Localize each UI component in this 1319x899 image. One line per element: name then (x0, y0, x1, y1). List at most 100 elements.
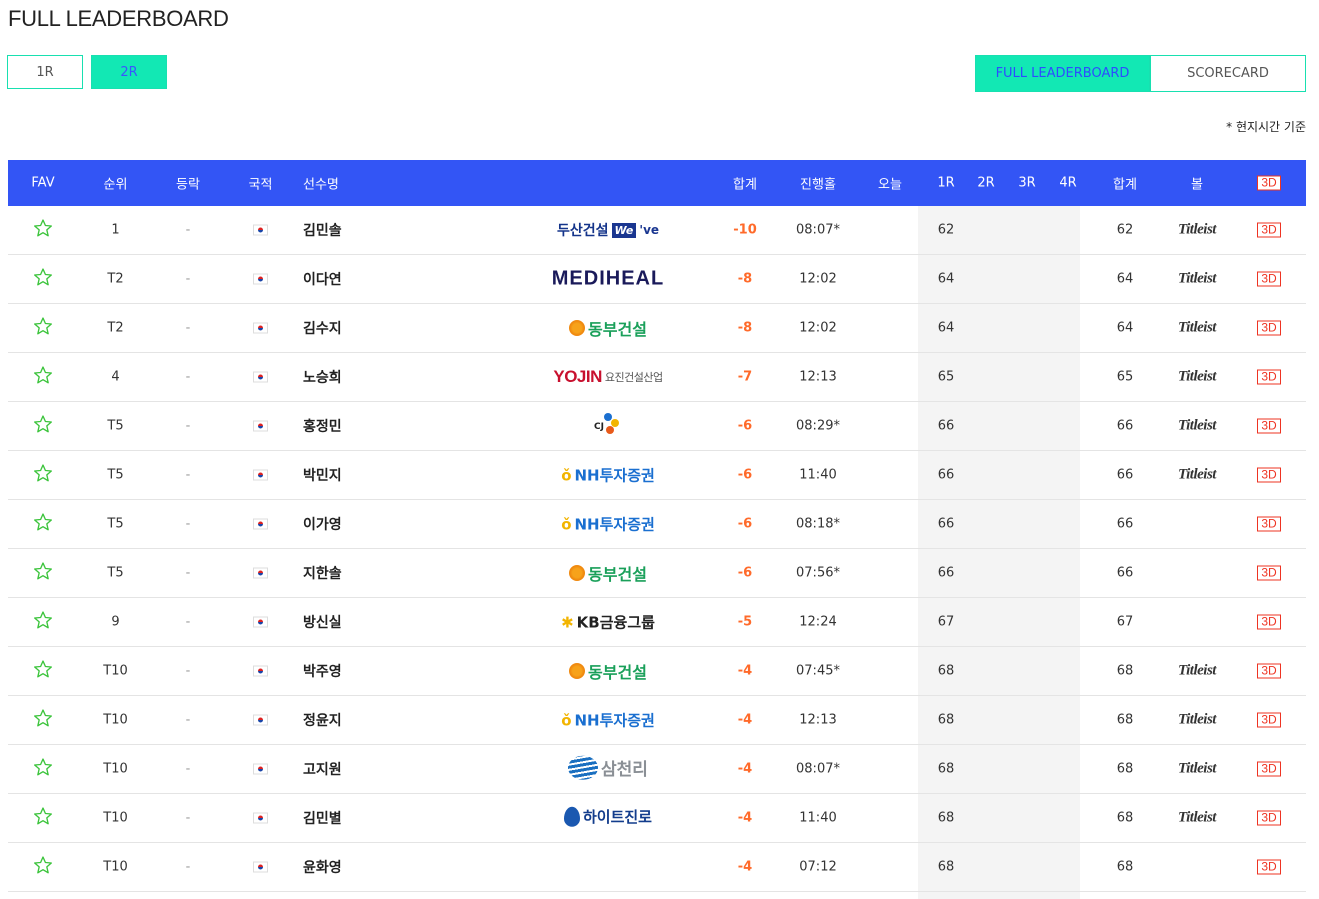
3d-badge: 3D (1257, 810, 1281, 826)
player-name[interactable]: 김민별 (303, 808, 423, 828)
table-row[interactable]: T5 - 지한솔 동부건설 -6 07:56* 66 66 3D (8, 549, 1306, 598)
favorite-star-icon[interactable] (8, 218, 78, 242)
player-name[interactable]: 지한솔 (303, 563, 423, 583)
view-3d-button[interactable]: 3D (1244, 810, 1294, 826)
sponsor: ǒ NH투자증권 (508, 465, 708, 486)
round-tabs: 1R 2R (7, 55, 167, 89)
3d-badge: 3D (1257, 663, 1281, 679)
player-name[interactable]: 방신실 (303, 612, 423, 632)
view-3d-button[interactable]: 3D (1244, 614, 1294, 630)
favorite-star-icon[interactable] (8, 708, 78, 732)
favorite-star-icon[interactable] (8, 365, 78, 389)
korea-flag-icon (223, 566, 298, 581)
player-name[interactable]: 박주영 (303, 661, 423, 681)
tab-round-2[interactable]: 2R (91, 55, 167, 89)
sum-score: 62 (1116, 222, 1134, 238)
sum-score: 65 (1116, 369, 1134, 385)
total-score: -5 (737, 614, 753, 630)
sponsor: 삼천리 (508, 755, 708, 784)
player-name[interactable]: 홍정민 (303, 416, 423, 436)
player-name[interactable]: 김수지 (303, 318, 423, 338)
view-3d-button[interactable]: 3D (1244, 516, 1294, 532)
view-3d-button[interactable]: 3D (1244, 369, 1294, 385)
rank-change: - (185, 516, 191, 532)
header-3d: 3D (1244, 175, 1294, 191)
view-3d-button[interactable]: 3D (1244, 271, 1294, 287)
header-3d-badge: 3D (1257, 175, 1281, 191)
favorite-star-icon[interactable] (8, 512, 78, 536)
rank: T10 (103, 663, 128, 679)
korea-flag-icon (223, 517, 298, 532)
favorite-star-icon[interactable] (8, 414, 78, 438)
table-row[interactable]: T5 - 이가영 ǒ NH투자증권 -6 08:18* 66 66 3D (8, 500, 1306, 549)
view-3d-button[interactable]: 3D (1244, 663, 1294, 679)
sum-score: 64 (1116, 320, 1134, 336)
tab-round-1[interactable]: 1R (7, 55, 83, 89)
favorite-star-icon[interactable] (8, 659, 78, 683)
round-1-score: 64 (937, 271, 955, 287)
table-row[interactable]: T10 - 김민별 하이트진로 -4 11:40 68 68 Titleist … (8, 794, 1306, 843)
view-3d-button[interactable]: 3D (1244, 761, 1294, 777)
table-row[interactable]: T2 - 이다연 MEDIHEAL -8 12:02 64 64 Titleis… (8, 255, 1306, 304)
sum-score: 68 (1116, 810, 1134, 826)
table-row[interactable]: T5 - 박민지 ǒ NH투자증권 -6 11:40 66 66 Titleist… (8, 451, 1306, 500)
titleist-logo: Titleist (1178, 368, 1216, 385)
view-3d-button[interactable]: 3D (1244, 467, 1294, 483)
total-score: -8 (737, 320, 753, 336)
table-row[interactable]: T10 - 정윤지 ǒ NH투자증권 -4 12:13 68 68 Titleis… (8, 696, 1306, 745)
favorite-star-icon[interactable] (8, 316, 78, 340)
rank-change: - (185, 369, 191, 385)
korea-flag-icon (223, 860, 298, 875)
favorite-star-icon[interactable] (8, 806, 78, 830)
sponsor: CJ (508, 411, 708, 441)
favorite-star-icon[interactable] (8, 757, 78, 781)
player-name[interactable]: 정윤지 (303, 710, 423, 730)
sponsor-logo-mediheal: MEDIHEAL (551, 267, 665, 290)
favorite-star-icon[interactable] (8, 855, 78, 879)
drop-icon (563, 806, 580, 827)
round-1-score: 66 (937, 418, 955, 434)
sponsor: ǒ NH투자증권 (508, 710, 708, 731)
favorite-star-icon[interactable] (8, 463, 78, 487)
view-3d-button[interactable]: 3D (1244, 320, 1294, 336)
korea-flag-icon (223, 811, 298, 826)
table-row[interactable]: T10 - 고지원 삼천리 -4 08:07* 68 68 Titleist 3… (8, 745, 1306, 794)
favorite-star-icon[interactable] (8, 267, 78, 291)
rank: T5 (107, 565, 124, 581)
view-3d-button[interactable]: 3D (1244, 418, 1294, 434)
sponsor-logo-doosan: 두산건설 We've (556, 222, 660, 239)
favorite-star-icon[interactable] (8, 561, 78, 585)
sponsor-logo-kb: ✱ KB금융그룹 (561, 613, 655, 632)
view-3d-button[interactable]: 3D (1244, 859, 1294, 875)
player-name[interactable]: 윤화영 (303, 857, 423, 877)
3d-badge: 3D (1257, 369, 1281, 385)
view-3d-button[interactable]: 3D (1244, 565, 1294, 581)
table-row[interactable]: T10 - 윤화영 -4 07:12 68 68 3D (8, 843, 1306, 892)
rank-change: - (185, 712, 191, 728)
leaderboard-table: FAV 순위 등락 국적 선수명 합계 진행홀 오늘 1R 2R 3R 4R 합… (8, 160, 1306, 892)
korea-flag-icon (223, 321, 298, 336)
table-row[interactable]: 4 - 노승희 YOJIN 요진건설산업 -7 12:13 65 65 Title… (8, 353, 1306, 402)
tab-scorecard[interactable]: SCORECARD (1150, 55, 1306, 92)
player-name[interactable]: 노승희 (303, 367, 423, 387)
tab-full-leaderboard[interactable]: FULL LEADERBOARD (975, 55, 1150, 92)
table-row[interactable]: 1 - 김민솔 두산건설 We've -10 08:07* 62 62 Title… (8, 206, 1306, 255)
table-row[interactable]: T2 - 김수지 동부건설 -8 12:02 64 64 Titleist 3D (8, 304, 1306, 353)
player-name[interactable]: 이다연 (303, 269, 423, 289)
table-row[interactable]: T5 - 홍정민 CJ -6 08:29* 66 66 Titleist 3D (8, 402, 1306, 451)
table-row[interactable]: T10 - 박주영 동부건설 -4 07:45* 68 68 Titleist … (8, 647, 1306, 696)
player-name[interactable]: 김민솔 (303, 220, 423, 240)
favorite-star-icon[interactable] (8, 610, 78, 634)
time-note: * 현지시간 기준 (1226, 120, 1306, 134)
player-name[interactable]: 고지원 (303, 759, 423, 779)
player-name[interactable]: 이가영 (303, 514, 423, 534)
table-row[interactable]: 9 - 방신실 ✱ KB금융그룹 -5 12:24 67 67 3D (8, 598, 1306, 647)
player-name[interactable]: 박민지 (303, 465, 423, 485)
table-header: FAV 순위 등락 국적 선수명 합계 진행홀 오늘 1R 2R 3R 4R 합… (8, 160, 1306, 206)
view-3d-button[interactable]: 3D (1244, 222, 1294, 238)
svg-text:CJ: CJ (594, 422, 604, 432)
ball-brand: Titleist (1162, 810, 1232, 827)
rank: T10 (103, 810, 128, 826)
sum-score: 67 (1116, 614, 1134, 630)
view-3d-button[interactable]: 3D (1244, 712, 1294, 728)
